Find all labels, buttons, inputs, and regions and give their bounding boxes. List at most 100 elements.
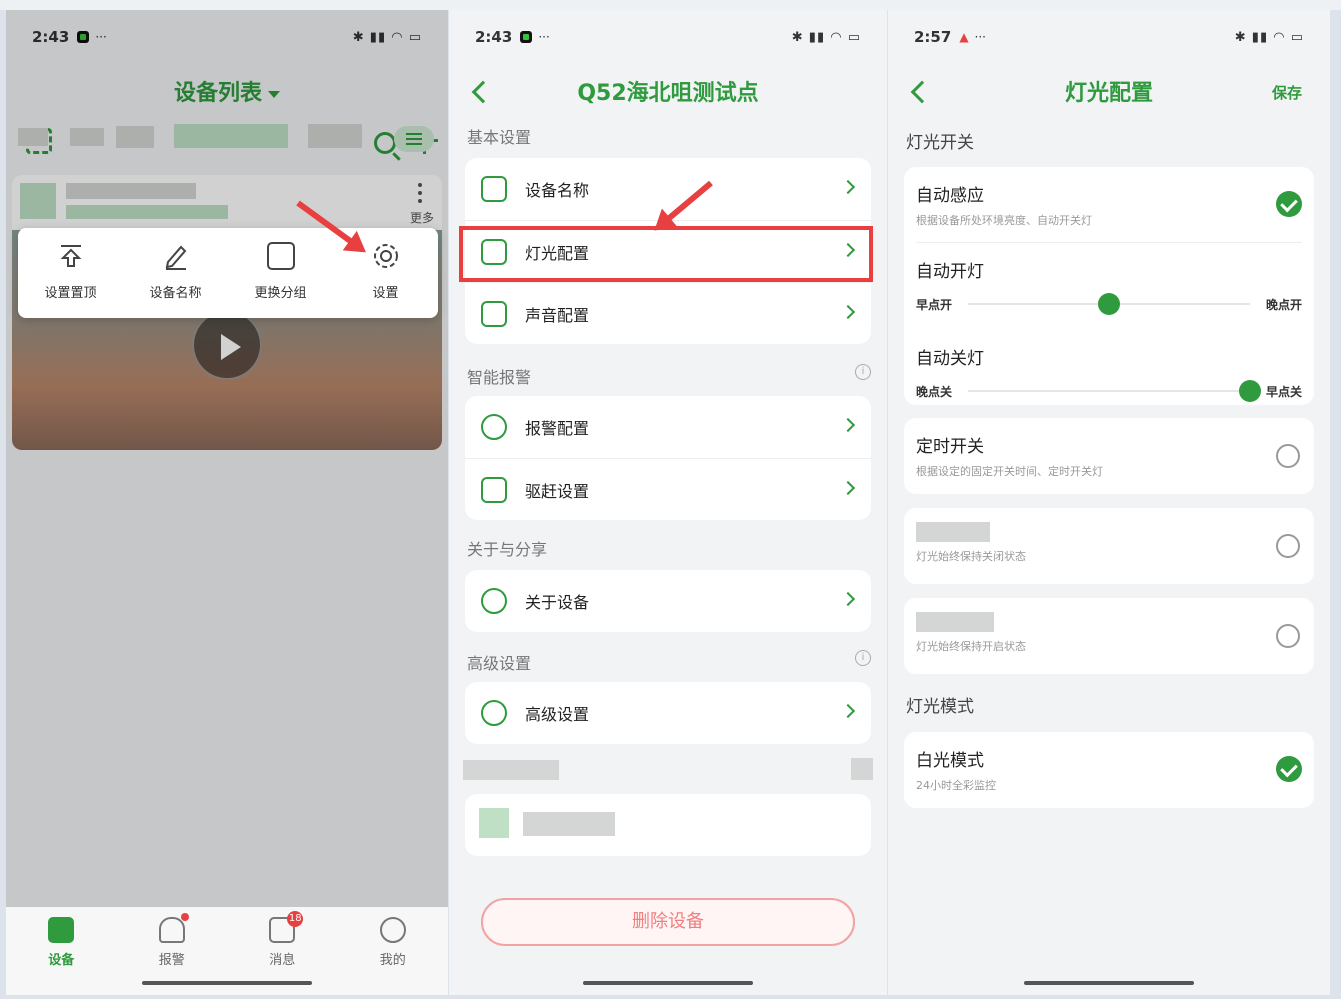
tab-alarms-label: 报警 bbox=[158, 953, 185, 968]
slider-right-label: 晚点开 bbox=[1265, 298, 1302, 312]
option-title: 定时开关 bbox=[916, 437, 984, 457]
rename-button[interactable]: 设备名称 bbox=[123, 228, 228, 318]
slider-knob[interactable] bbox=[1239, 380, 1261, 402]
auto-off-setting: 自动关灯 晚点关 早点关 bbox=[904, 330, 1314, 405]
speaker-icon bbox=[481, 300, 507, 327]
status-more-icon: ··· bbox=[538, 30, 550, 44]
redacted-section-title bbox=[463, 760, 559, 780]
auto-off-slider[interactable]: 晚点关 早点关 bbox=[916, 379, 1302, 403]
row-label: 关于设备 bbox=[525, 593, 590, 612]
overlay-dim bbox=[6, 10, 448, 995]
row-label: 声音配置 bbox=[525, 305, 590, 325]
device-list-screen: 2:43 ··· ✱ ▮▮ ◠ ▭ 设备列表 更多 设置置顶 设备名称 更换分组… bbox=[6, 10, 448, 995]
option-white-mode[interactable]: 白光模式 24小时全彩监控 bbox=[904, 732, 1314, 808]
status-time: 2:43 bbox=[475, 28, 513, 46]
bell-icon bbox=[158, 913, 189, 943]
status-more-icon: ··· bbox=[974, 30, 986, 44]
section-light-mode: 灯光模式 bbox=[906, 697, 974, 717]
check-icon bbox=[1276, 191, 1302, 217]
row-sound-config[interactable]: 声音配置 bbox=[465, 282, 871, 344]
save-button[interactable]: 保存 bbox=[1272, 82, 1302, 103]
advanced-group: 高级设置 bbox=[465, 682, 871, 744]
row-label: 报警配置 bbox=[525, 419, 590, 438]
bottom-tab-bar: 设备 报警 18 消息 我的 bbox=[6, 907, 448, 995]
tab-mine-label: 我的 bbox=[379, 953, 406, 968]
chevron-right-icon bbox=[840, 703, 856, 719]
page-title: 灯光配置 bbox=[1064, 81, 1153, 106]
section-advanced: 高级设置 bbox=[467, 654, 532, 673]
redacted-option-title bbox=[916, 612, 994, 632]
change-group-button[interactable]: 更换分组 bbox=[228, 228, 333, 318]
info-icon[interactable]: i bbox=[855, 650, 871, 666]
option-timer[interactable]: 定时开关 根据设定的固定开关时间、定时开关灯 bbox=[904, 418, 1314, 494]
status-bar: 2:57 ▲ ··· ✱ ▮▮ ◠ ▭ bbox=[914, 26, 1304, 48]
app-status-icon bbox=[520, 31, 533, 43]
page-title: Q52海北咀测试点 bbox=[577, 81, 759, 106]
option-desc: 根据设备所处环境亮度、自动开关灯 bbox=[916, 214, 1092, 227]
option-always-off[interactable]: 灯光始终保持关闭状态 bbox=[904, 508, 1314, 584]
row-label: 高级设置 bbox=[525, 705, 590, 724]
pin-top-icon bbox=[57, 242, 85, 270]
tab-mine[interactable]: 我的 bbox=[338, 907, 449, 995]
chevron-right-icon bbox=[840, 591, 856, 607]
light-config-header: 灯光配置 保存 bbox=[888, 62, 1330, 120]
option-always-on[interactable]: 灯光始终保持开启状态 bbox=[904, 598, 1314, 674]
alarm-settings-group: 报警配置 驱赶设置 bbox=[465, 396, 871, 520]
change-group-icon bbox=[266, 242, 295, 270]
option-auto-sense[interactable]: 自动感应 根据设备所处环境亮度、自动开关灯 bbox=[904, 167, 1314, 242]
radio-button[interactable] bbox=[1276, 444, 1300, 468]
row-advanced-settings[interactable]: 高级设置 bbox=[465, 682, 871, 744]
delete-device-button[interactable]: 删除设备 bbox=[481, 898, 855, 946]
slider-left-label: 早点开 bbox=[916, 298, 953, 312]
window-frame bbox=[0, 0, 1341, 10]
back-icon[interactable] bbox=[906, 76, 934, 106]
option-desc: 灯光始终保持关闭状态 bbox=[916, 550, 1026, 563]
info-circle-icon bbox=[481, 588, 507, 614]
info-icon[interactable]: i bbox=[855, 364, 871, 380]
settings-label: 设置 bbox=[372, 286, 399, 301]
section-light-switch: 灯光开关 bbox=[906, 133, 974, 153]
option-title: 自动开灯 bbox=[916, 262, 984, 282]
option-desc: 灯光始终保持开启状态 bbox=[916, 640, 1026, 653]
auto-on-slider[interactable]: 早点开 晚点开 bbox=[916, 292, 1302, 316]
row-about-device[interactable]: 关于设备 bbox=[465, 570, 871, 632]
redacted-row-label[interactable] bbox=[523, 812, 615, 836]
section-alarm: 智能报警 bbox=[467, 368, 532, 387]
message-badge: 18 bbox=[287, 911, 304, 927]
chevron-right-icon bbox=[840, 480, 856, 496]
row-repel-settings[interactable]: 驱赶设置 bbox=[465, 458, 871, 520]
row-alarm-config[interactable]: 报警配置 bbox=[465, 396, 871, 458]
tab-messages-label: 消息 bbox=[269, 953, 296, 968]
rename-label: 设备名称 bbox=[149, 286, 202, 301]
alarm-dot bbox=[180, 913, 189, 921]
redacted-icon bbox=[851, 758, 873, 780]
status-signal-icons: ✱ ▮▮ ◠ ▭ bbox=[1234, 29, 1304, 45]
slider-track[interactable] bbox=[968, 390, 1250, 392]
option-title: 自动关灯 bbox=[916, 349, 984, 369]
home-indicator bbox=[1024, 981, 1194, 985]
chevron-right-icon bbox=[840, 304, 856, 320]
edit-icon bbox=[162, 242, 190, 270]
slider-knob[interactable] bbox=[1098, 293, 1120, 315]
chevron-right-icon bbox=[840, 417, 856, 433]
device-action-popup: 设置置顶 设备名称 更换分组 设置 bbox=[18, 228, 438, 318]
section-about: 关于与分享 bbox=[467, 540, 548, 559]
home-indicator bbox=[583, 981, 753, 985]
device-settings-screen: 2:43 ··· ✱ ▮▮ ◠ ▭ Q52海北咀测试点 基本设置 设备名称 灯光… bbox=[449, 10, 887, 995]
pin-top-button[interactable]: 设置置顶 bbox=[18, 228, 123, 318]
settings-header: Q52海北咀测试点 bbox=[449, 62, 887, 120]
gear-icon bbox=[372, 242, 400, 270]
redacted-icon bbox=[479, 808, 509, 838]
tab-devices-label: 设备 bbox=[48, 953, 75, 968]
tab-devices[interactable]: 设备 bbox=[6, 907, 117, 995]
row-device-name[interactable]: 设备名称 bbox=[465, 158, 871, 220]
option-title: 自动感应 bbox=[916, 186, 984, 206]
light-switch-group: 自动感应 根据设备所处环境亮度、自动开关灯 自动开灯 早点开 晚点开 自动关灯 … bbox=[904, 167, 1314, 405]
radio-button[interactable] bbox=[1276, 624, 1300, 648]
back-icon[interactable] bbox=[467, 76, 495, 106]
status-time: 2:57 bbox=[914, 28, 952, 46]
radio-button[interactable] bbox=[1276, 534, 1300, 558]
light-config-screen: 2:57 ▲ ··· ✱ ▮▮ ◠ ▭ 灯光配置 保存 灯光开关 自动感应 根据… bbox=[888, 10, 1330, 995]
section-basic: 基本设置 bbox=[467, 128, 532, 147]
share-group bbox=[465, 794, 871, 856]
